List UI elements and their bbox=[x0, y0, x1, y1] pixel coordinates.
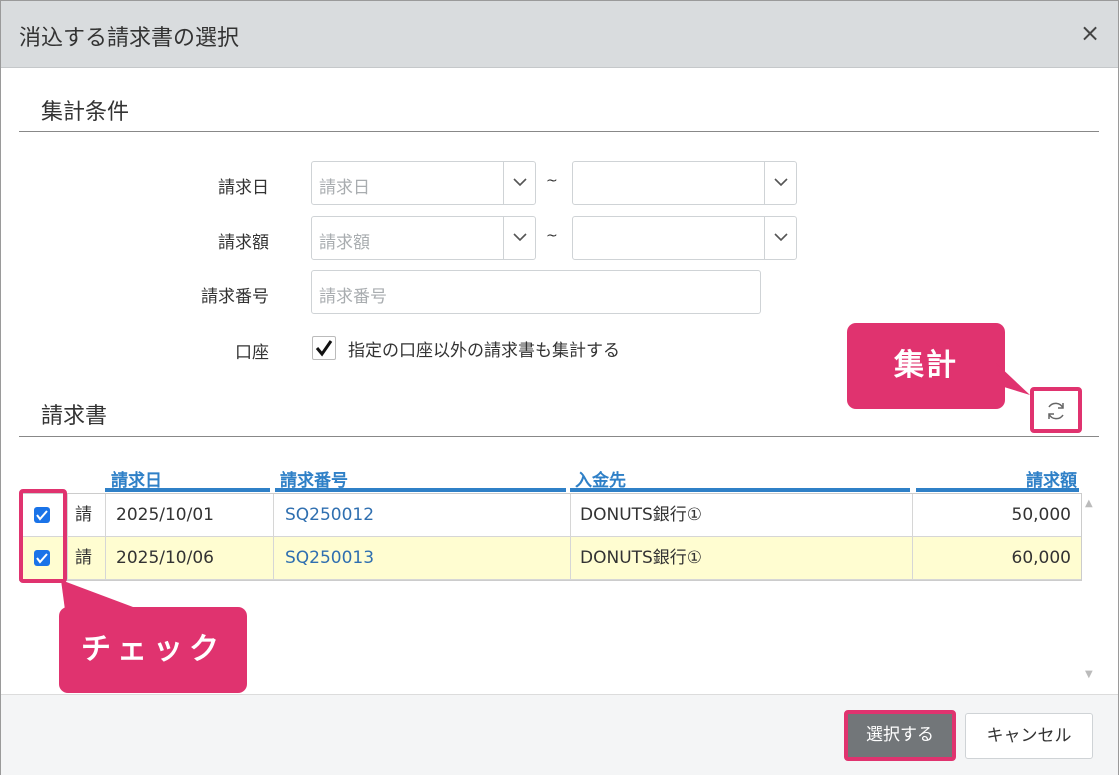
invoice-number-label: 請求番号 bbox=[201, 287, 269, 307]
invoice-date-from-select[interactable]: 請求日 bbox=[311, 161, 536, 205]
row-type: 請 bbox=[68, 494, 106, 536]
invoice-grid: 請 2025/10/01 SQ250012 DONUTS銀行① 50,000 請… bbox=[19, 493, 1082, 581]
dialog-title-bar: 消込する請求書の選択 × bbox=[1, 1, 1118, 68]
row-number-link[interactable]: SQ250012 bbox=[274, 494, 571, 536]
conditions-divider bbox=[19, 131, 1099, 132]
include-other-accounts-label: 指定の口座以外の請求書も集計する bbox=[348, 341, 620, 361]
row-payee: DONUTS銀行① bbox=[571, 537, 913, 579]
invoice-amount-to-select[interactable] bbox=[572, 216, 797, 260]
chevron-down-icon[interactable] bbox=[764, 217, 796, 259]
row-date: 2025/10/06 bbox=[106, 537, 274, 579]
invoice-amount-label: 請求額 bbox=[218, 233, 269, 253]
account-label: 口座 bbox=[235, 343, 269, 363]
invoice-number-placeholder: 請求番号 bbox=[319, 287, 387, 307]
invoice-number-input[interactable]: 請求番号 bbox=[311, 270, 761, 314]
table-row[interactable]: 請 2025/10/01 SQ250012 DONUTS銀行① 50,000 bbox=[20, 494, 1081, 537]
invoice-date-label: 請求日 bbox=[218, 178, 269, 198]
checkmark-icon bbox=[315, 340, 333, 357]
scroll-up-arrow[interactable]: ▲ bbox=[1085, 498, 1093, 509]
conditions-heading: 集計条件 bbox=[41, 100, 130, 125]
check-highlight-frame bbox=[19, 489, 67, 583]
include-other-accounts-checkbox[interactable] bbox=[312, 336, 336, 360]
row-type: 請 bbox=[68, 537, 106, 579]
check-callout: チェック bbox=[59, 607, 247, 693]
row-date: 2025/10/01 bbox=[106, 494, 274, 536]
header-underline bbox=[916, 488, 1079, 492]
close-button[interactable]: × bbox=[1076, 18, 1104, 48]
invoice-date-from-placeholder: 請求日 bbox=[319, 178, 370, 198]
row-payee: DONUTS銀行① bbox=[571, 494, 913, 536]
aggregate-callout: 集計 bbox=[847, 323, 1005, 409]
close-icon: × bbox=[1079, 19, 1101, 47]
row-number-link[interactable]: SQ250013 bbox=[274, 537, 571, 579]
row-amount: 60,000 bbox=[1011, 548, 1071, 568]
table-row[interactable]: 請 2025/10/06 SQ250013 DONUTS銀行① 60,000 bbox=[20, 537, 1081, 580]
scroll-down-arrow[interactable]: ▼ bbox=[1085, 669, 1093, 680]
select-button[interactable]: 選択する bbox=[844, 710, 956, 761]
invoices-divider bbox=[19, 436, 1099, 437]
chevron-down-icon[interactable] bbox=[503, 162, 535, 204]
invoice-amount-from-placeholder: 請求額 bbox=[319, 233, 370, 253]
invoice-date-to-select[interactable] bbox=[572, 161, 797, 205]
header-underline bbox=[275, 488, 566, 492]
cancel-button[interactable]: キャンセル bbox=[965, 713, 1093, 759]
invoice-selection-dialog: 消込する請求書の選択 × 集計条件 請求日 請求日 ~ 請求額 請求額 ~ 請求 bbox=[0, 0, 1119, 775]
row-amount: 50,000 bbox=[1011, 505, 1071, 525]
chevron-down-icon[interactable] bbox=[764, 162, 796, 204]
refresh-button[interactable] bbox=[1030, 387, 1082, 433]
header-underline bbox=[105, 488, 270, 492]
invoice-amount-from-select[interactable]: 請求額 bbox=[311, 216, 536, 260]
header-underline bbox=[570, 488, 910, 492]
invoice-amount-separator: ~ bbox=[546, 228, 558, 244]
chevron-down-icon[interactable] bbox=[503, 217, 535, 259]
invoice-date-separator: ~ bbox=[546, 173, 558, 189]
invoices-heading: 請求書 bbox=[41, 404, 108, 429]
refresh-icon bbox=[1048, 402, 1064, 420]
dialog-title: 消込する請求書の選択 bbox=[19, 26, 240, 51]
